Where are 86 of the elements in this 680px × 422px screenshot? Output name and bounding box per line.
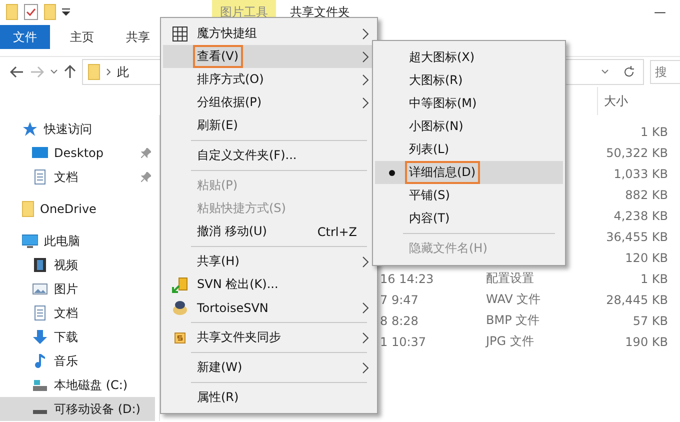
folder-icon [6,4,18,20]
properties-icon[interactable] [24,4,38,20]
checkout-icon [172,276,188,292]
date-cell-text: 8 8:28 [380,314,420,328]
size-cell-text: 1 KB [639,272,669,286]
folder-icon [88,64,100,80]
sidebar-item[interactable]: 快速访问 [0,117,155,141]
size-cell-text: 190 KB [624,334,669,348]
sidebar-item[interactable]: Desktop [0,141,155,165]
star-icon [22,121,38,137]
sync-icon [172,330,188,346]
new-folder-icon [44,4,56,20]
menu-item[interactable]: 撤消 移动(U) Ctrl+Z [163,220,375,243]
size-cell-text: 1,033 KB [612,166,669,180]
sidebar-item[interactable]: 音乐 [0,349,155,373]
menu-item[interactable]: 魔方快捷组 [163,22,375,45]
computer-icon [22,233,38,249]
menu-item[interactable]: 大图标(R) [375,69,563,92]
menu-item[interactable]: 查看(V) [163,45,375,68]
sidebar-item[interactable]: 图片 [0,277,155,301]
ribbon-tab[interactable]: 主页 [55,25,109,49]
refresh-icon[interactable] [623,66,635,78]
minimize-button[interactable]: — [640,0,680,24]
download-icon [32,329,48,345]
drive-icon [33,410,47,414]
menu-item[interactable]: 分组依据(P) [163,91,375,114]
date-cell-text: 1 10:37 [380,334,428,348]
menu-item[interactable]: 自定义文件夹(F)... [163,144,375,167]
disk-drive-icon [32,377,48,393]
size-cell-text: 50,322 KB [605,146,669,160]
column-header[interactable]: 大小 [597,87,628,115]
menu-item[interactable]: 共享文件夹同步 [163,326,375,349]
menu-item[interactable]: 小图标(N) [375,115,563,138]
sidebar-item[interactable]: 本地磁盘 (C:) [0,373,155,397]
menu-item[interactable]: 刷新(E) [163,114,375,137]
type-cell-text: BMP 文件 [486,312,541,329]
menu-item[interactable]: 排序方式(O) [163,68,375,91]
menu-item[interactable]: SVN 检出(K)... [163,273,375,296]
size-cell-text: 57 KB [632,314,669,328]
size-cell-text: 4,238 KB [612,208,669,222]
dropdown-icon[interactable] [62,8,70,16]
date-cell-text: 7 9:47 [380,292,420,306]
size-cell-text: 1 KB [639,124,669,138]
menu-item[interactable]: 新建(W) [163,356,375,379]
menu-item[interactable]: 详细信息(D) [375,161,563,184]
menu-item[interactable]: 内容(T) [375,207,563,230]
menu-item[interactable]: 平铺(S) [375,184,563,207]
type-cell-text: 配置设置 [486,270,535,287]
size-cell-text: 28,445 KB [605,292,669,306]
menu-item[interactable]: 列表(L) [375,138,563,161]
sidebar-item[interactable]: 此电脑 [0,229,155,253]
menu-item[interactable]: 中等图标(M) [375,92,563,115]
sidebar-item[interactable]: OneDrive [0,197,155,221]
menu-item[interactable]: 超大图标(X) [375,46,563,69]
window-title: 共享文件夹 [290,4,351,20]
turtle-icon [172,300,188,316]
picture-icon [32,281,48,297]
folder-icon [22,201,34,217]
ribbon-tab[interactable]: 共享 [111,25,165,49]
back-arrow-icon[interactable] [10,66,24,78]
ribbon-tab[interactable]: 文件 [0,25,50,49]
sidebar-item[interactable]: 文档 [0,301,155,325]
menu-item[interactable]: 共享(H) [163,250,375,273]
chevron-down-icon[interactable] [50,69,58,75]
type-cell-text: JPG 文件 [486,333,535,350]
up-arrow-icon[interactable] [64,65,76,79]
document-icon [32,305,48,321]
sidebar-item[interactable]: 下载 [0,325,155,349]
sidebar-item[interactable]: 视频 [0,253,155,277]
document-icon [32,169,48,185]
size-cell-text: 36,455 KB [605,230,669,244]
desktop-icon [32,145,48,161]
sidebar-item[interactable]: 可移动设备 (D:) [0,397,155,421]
size-cell-text: 882 KB [624,188,669,202]
music-note-icon [32,353,48,369]
grid-icon [172,26,188,42]
date-cell-text: 16 14:23 [380,272,435,286]
search-field[interactable]: 搜 [650,60,680,84]
chevron-icon [106,68,111,76]
film-icon [32,257,48,273]
size-cell-text: 120 KB [624,250,669,264]
chevron-down-icon[interactable] [601,69,609,75]
menu-item[interactable]: 属性(R) [163,386,375,409]
type-cell-text: WAV 文件 [486,291,542,308]
menu-item[interactable]: TortoiseSVN [163,296,375,319]
sidebar-item[interactable]: 文档 [0,165,155,189]
